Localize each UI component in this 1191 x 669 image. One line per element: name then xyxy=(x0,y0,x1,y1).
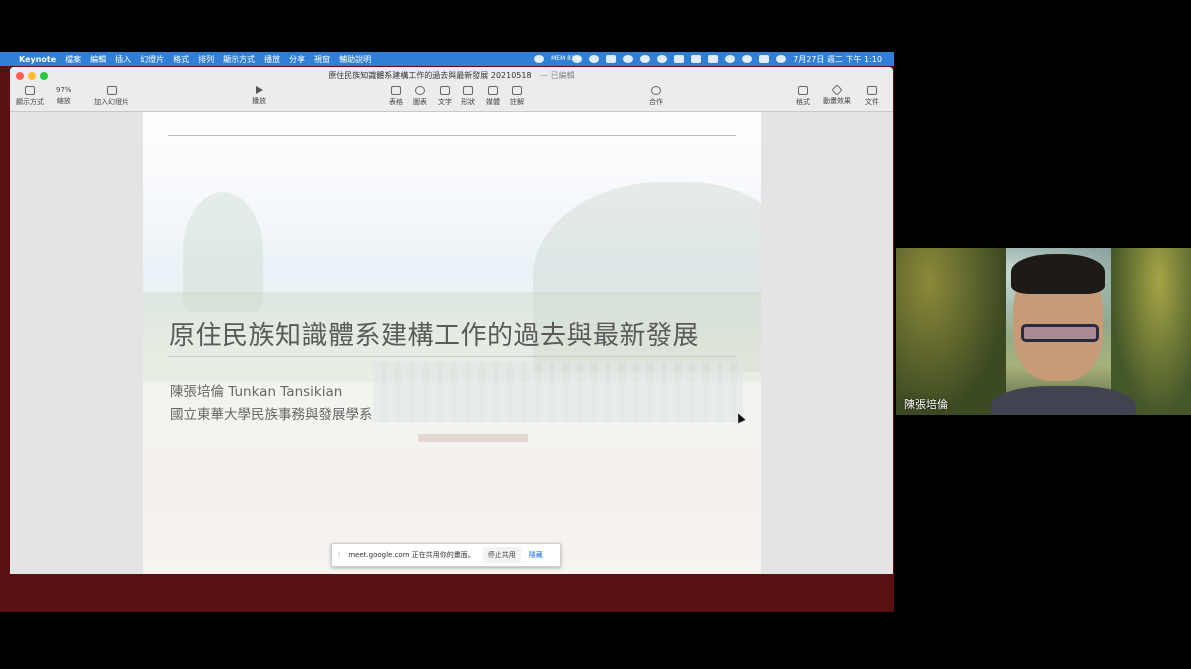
comment-icon xyxy=(512,86,522,95)
collaborate-button[interactable]: 合作 xyxy=(649,86,663,107)
view-button[interactable]: 顯示方式 xyxy=(16,86,44,107)
format-button[interactable]: 格式 xyxy=(796,86,810,107)
menu-view[interactable]: 顯示方式 xyxy=(223,54,255,65)
collaborate-icon xyxy=(651,86,661,95)
chart-icon xyxy=(415,86,425,95)
shape-icon xyxy=(463,86,473,95)
screen-share-banner: ⁞ meet.google.com 正在共用你的畫面。 停止共用 隱藏 xyxy=(331,543,561,567)
menu-arrange[interactable]: 排列 xyxy=(198,54,214,65)
media-label: 媒體 xyxy=(486,98,500,106)
table-icon xyxy=(391,86,401,95)
animate-diamond-icon xyxy=(831,84,843,96)
menu-file[interactable]: 檔案 xyxy=(65,54,81,65)
slide-canvas-area: 原住民族知識體系建構工作的過去與最新發展 陳張培倫 Tunkan Tansiki… xyxy=(10,112,893,574)
video-background-tree-left xyxy=(896,248,1006,415)
chrome-status-icon[interactable] xyxy=(623,55,634,63)
window-title-row: 原住民族知識體系建構工作的過去與最新發展 20210518 — 已編輯 xyxy=(10,70,893,81)
play-icon xyxy=(255,86,263,94)
participant-glasses xyxy=(1021,324,1099,342)
battery-icon[interactable] xyxy=(708,55,719,63)
participant-person xyxy=(991,254,1136,415)
add-slide-label: 加入幻燈片 xyxy=(94,98,129,106)
format-label: 格式 xyxy=(796,98,810,106)
evernote-status-icon[interactable] xyxy=(674,55,685,63)
siri-status-icon[interactable] xyxy=(776,55,787,63)
slide-author[interactable]: 陳張培倫 Tunkan Tansikian xyxy=(170,380,342,400)
menu-app-name[interactable]: Keynote xyxy=(19,55,56,64)
keynote-window: 原住民族知識體系建構工作的過去與最新發展 20210518 — 已編輯 顯示方式… xyxy=(10,67,893,574)
chart-button[interactable]: 圖表 xyxy=(413,86,427,107)
stop-sharing-button[interactable]: 停止共用 xyxy=(482,547,521,563)
desktop-stage: Keynote 檔案 編輯 插入 幻燈片 格式 排列 顯示方式 播放 分享 視窗… xyxy=(0,0,1191,669)
shape-label: 形狀 xyxy=(461,98,475,106)
add-slide-button[interactable]: 加入幻燈片 xyxy=(94,86,129,107)
edited-status: — 已編輯 xyxy=(540,71,575,80)
shared-screen: Keynote 檔案 編輯 插入 幻燈片 格式 排列 顯示方式 播放 分享 視窗… xyxy=(0,52,894,612)
document-button[interactable]: 文件 xyxy=(865,86,879,107)
play-status-icon[interactable] xyxy=(640,55,651,63)
share-message: meet.google.com 正在共用你的畫面。 xyxy=(348,551,475,559)
view-label: 顯示方式 xyxy=(16,98,44,106)
hide-banner-button[interactable]: 隱藏 xyxy=(529,550,543,560)
paintbrush-icon xyxy=(798,86,808,95)
window-title: 原住民族知識體系建構工作的過去與最新發展 20210518 xyxy=(328,71,532,80)
menubar-status-area: MEM 81% 7月27日 週二 下午 1:10 xyxy=(534,54,894,65)
play-label: 播放 xyxy=(252,97,266,105)
menu-share[interactable]: 分享 xyxy=(289,54,305,65)
drag-handle-icon[interactable]: ⁞ xyxy=(338,551,340,559)
collaborate-label: 合作 xyxy=(649,98,663,106)
media-button[interactable]: 媒體 xyxy=(486,86,500,107)
zoom-value: 97% xyxy=(56,86,72,94)
document-label: 文件 xyxy=(865,98,879,106)
play-button[interactable]: 播放 xyxy=(252,86,266,106)
calendar-status-icon[interactable] xyxy=(606,55,617,63)
comment-label: 註解 xyxy=(510,98,524,106)
text-label: 文字 xyxy=(438,98,452,106)
top-rule xyxy=(168,135,736,136)
participant-hair xyxy=(1011,254,1105,294)
menu-window[interactable]: 視窗 xyxy=(314,54,330,65)
add-slide-icon xyxy=(106,86,117,95)
slide[interactable]: 原住民族知識體系建構工作的過去與最新發展 陳張培倫 Tunkan Tansiki… xyxy=(143,112,761,574)
keynote-titlebar: 原住民族知識體系建構工作的過去與最新發展 20210518 — 已編輯 顯示方式… xyxy=(10,67,893,112)
animate-button[interactable]: 動畫效果 xyxy=(823,84,851,106)
headphones-icon[interactable] xyxy=(657,55,668,63)
table-label: 表格 xyxy=(389,98,403,106)
menu-play[interactable]: 播放 xyxy=(264,54,280,65)
wifi-icon[interactable] xyxy=(725,55,736,63)
menubar-clock[interactable]: 7月27日 週二 下午 1:10 xyxy=(793,54,882,65)
text-icon xyxy=(440,86,450,95)
scrobble-icon[interactable] xyxy=(589,55,600,63)
media-icon xyxy=(488,86,498,95)
sidebar-icon xyxy=(25,86,35,95)
memory-status[interactable]: MEM 81% xyxy=(551,56,580,62)
shape-button[interactable]: 形狀 xyxy=(461,86,475,107)
slide-affiliation[interactable]: 國立東華大學民族事務與發展學系 xyxy=(170,403,373,423)
zoom-label: 縮放 xyxy=(56,97,71,105)
animate-label: 動畫效果 xyxy=(823,97,851,105)
line-status-icon[interactable] xyxy=(534,55,545,63)
participant-name: 陳張培倫 xyxy=(904,398,948,411)
table-button[interactable]: 表格 xyxy=(389,86,403,107)
participant-video-tile[interactable]: 陳張培倫 xyxy=(896,248,1191,415)
zoom-button[interactable]: 97% 縮放 xyxy=(56,86,72,106)
menu-edit[interactable]: 編輯 xyxy=(90,54,106,65)
slide-title[interactable]: 原住民族知識體系建構工作的過去與最新發展 xyxy=(169,315,699,352)
control-center-icon[interactable] xyxy=(759,55,770,63)
menu-insert[interactable]: 插入 xyxy=(115,54,131,65)
chart-label: 圖表 xyxy=(413,98,427,106)
title-underline xyxy=(168,356,736,357)
menu-slide[interactable]: 幻燈片 xyxy=(140,54,164,65)
bluetooth-icon[interactable] xyxy=(691,55,702,63)
comment-button[interactable]: 註解 xyxy=(510,86,524,107)
document-icon xyxy=(867,86,877,95)
participant-shirt xyxy=(991,386,1136,415)
spotlight-icon[interactable] xyxy=(742,55,753,63)
menu-help[interactable]: 輔助說明 xyxy=(339,54,371,65)
mac-menubar: Keynote 檔案 編輯 插入 幻燈片 格式 排列 顯示方式 播放 分享 視窗… xyxy=(0,52,894,66)
text-button[interactable]: 文字 xyxy=(438,86,452,107)
menu-format[interactable]: 格式 xyxy=(173,54,189,65)
